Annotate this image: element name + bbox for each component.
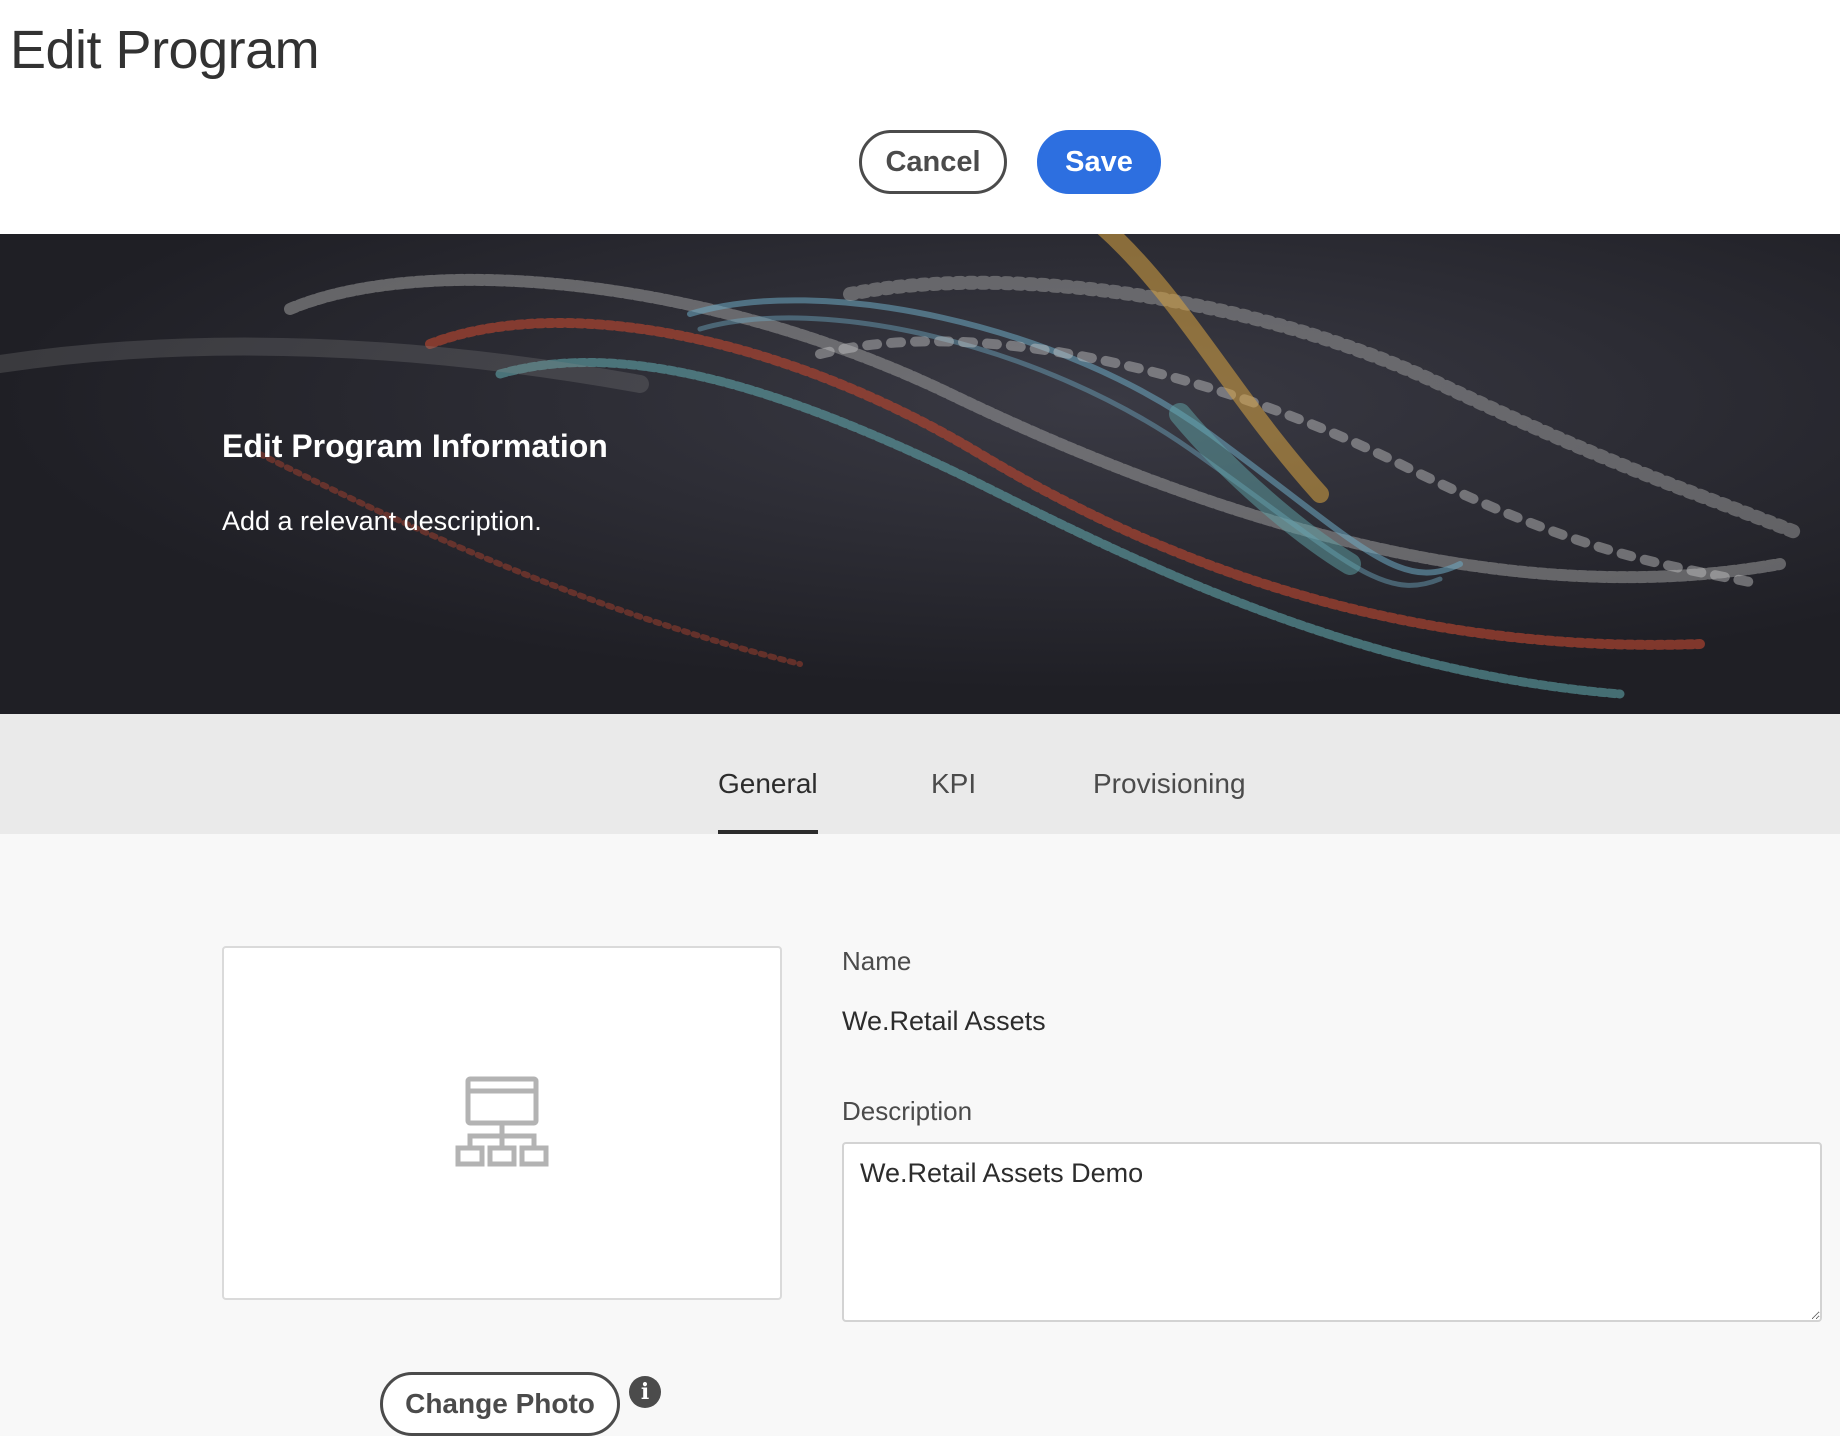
description-field[interactable]: We.Retail Assets Demo [842, 1142, 1822, 1322]
page-title: Edit Program [10, 20, 320, 80]
hero-background-art [0, 234, 1840, 714]
cancel-button[interactable]: Cancel [859, 130, 1007, 194]
tab-provisioning[interactable]: Provisioning [1093, 768, 1246, 834]
tab-kpi[interactable]: KPI [931, 768, 976, 834]
change-photo-button[interactable]: Change Photo [380, 1372, 620, 1436]
page-header: Edit Program Cancel Save [0, 0, 1840, 234]
name-label: Name [842, 946, 912, 976]
tab-general[interactable]: General [718, 768, 818, 834]
program-photo [222, 946, 782, 1300]
description-label: Description [842, 1096, 973, 1126]
tab-bar: General KPI Provisioning [0, 714, 1840, 834]
hero-title: Edit Program Information [222, 428, 608, 464]
hero-description: Add a relevant description. [222, 506, 542, 536]
info-icon[interactable]: i [629, 1376, 661, 1408]
save-button[interactable]: Save [1037, 130, 1161, 194]
edit-program-page: Edit Program Cancel Save Edit Program In… [0, 0, 1840, 1436]
hero-banner: Edit Program Information Add a relevant … [0, 234, 1840, 714]
name-value: We.Retail Assets [842, 1006, 1046, 1036]
general-form: Change Photo i Name We.Retail Assets Des… [0, 834, 1840, 1436]
site-structure-icon [455, 1076, 549, 1167]
